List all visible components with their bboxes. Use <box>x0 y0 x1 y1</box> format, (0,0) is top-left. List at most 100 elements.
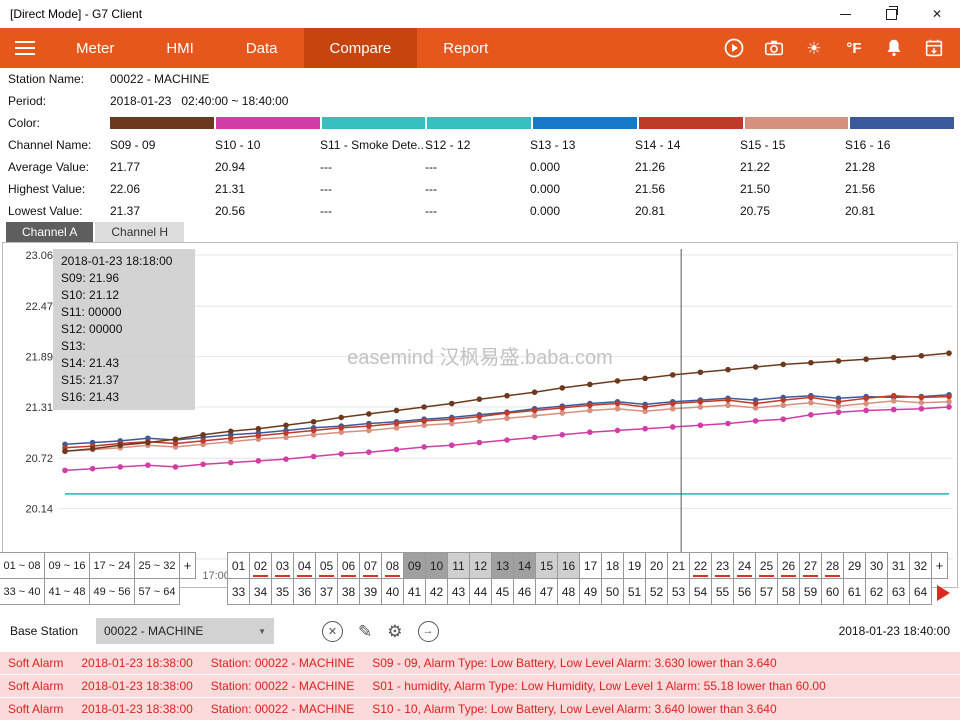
brightness-icon[interactable]: ☀ <box>802 36 826 60</box>
channel-number-cell[interactable]: 11 <box>447 552 470 579</box>
channel-number-cell[interactable]: 06 <box>337 552 360 579</box>
channel-number-cell[interactable]: 03 <box>271 552 294 579</box>
channel-number-cell[interactable]: 18 <box>601 552 624 579</box>
channel-number-cell[interactable]: 34 <box>249 578 272 605</box>
channel-number-cell[interactable]: 13 <box>491 552 514 579</box>
channel-group-cell[interactable]: 25 ~ 32 <box>134 552 180 579</box>
settings-gear-icon[interactable]: ⚙ <box>387 623 402 640</box>
restore-button[interactable] <box>868 0 914 28</box>
nav-tab-hmi[interactable]: HMI <box>140 28 220 68</box>
channel-group-cell[interactable]: 33 ~ 40 <box>0 578 45 605</box>
channel-group-cell[interactable]: 01 ~ 08 <box>0 552 45 579</box>
number-expand-button[interactable]: + <box>931 552 948 579</box>
channel-number-cell[interactable]: 63 <box>887 578 910 605</box>
nav-tab-data[interactable]: Data <box>220 28 304 68</box>
camera-icon[interactable] <box>762 36 786 60</box>
channel-number-cell[interactable]: 14 <box>513 552 536 579</box>
channel-number-cell[interactable]: 38 <box>337 578 360 605</box>
channel-number-cell[interactable]: 08 <box>381 552 404 579</box>
channel-number-cell[interactable]: 58 <box>777 578 800 605</box>
next-page-arrow-icon[interactable] <box>937 585 950 601</box>
channel-number-cell[interactable]: 33 <box>227 578 250 605</box>
channel-number-cell[interactable]: 46 <box>513 578 536 605</box>
channel-number-cell[interactable]: 47 <box>535 578 558 605</box>
channel-number-cell[interactable]: 30 <box>865 552 888 579</box>
go-button[interactable]: → <box>418 621 439 642</box>
channel-number-cell[interactable]: 28 <box>821 552 844 579</box>
channel-group-cell[interactable]: 57 ~ 64 <box>134 578 180 605</box>
channel-number-cell[interactable]: 12 <box>469 552 492 579</box>
alarm-row[interactable]: Soft Alarm2018-01-23 18:38:00Station: 00… <box>0 652 960 674</box>
base-station-select[interactable]: 00022 - MACHINE ▼ <box>96 618 274 644</box>
channel-number-cell[interactable]: 55 <box>711 578 734 605</box>
channel-number-cell[interactable]: 43 <box>447 578 470 605</box>
channel-number-cell[interactable]: 10 <box>425 552 448 579</box>
menu-icon[interactable] <box>0 28 50 68</box>
channel-number-cell[interactable]: 15 <box>535 552 558 579</box>
channel-number-cell[interactable]: 42 <box>425 578 448 605</box>
channel-number-cell[interactable]: 27 <box>799 552 822 579</box>
channel-number-cell[interactable]: 20 <box>645 552 668 579</box>
channel-number-cell[interactable]: 04 <box>293 552 316 579</box>
group-expand-button[interactable]: + <box>179 552 196 579</box>
channel-number-cell[interactable]: 40 <box>381 578 404 605</box>
tab-channel-a[interactable]: Channel A <box>6 222 93 242</box>
channel-number-cell[interactable]: 16 <box>557 552 580 579</box>
channel-number-cell[interactable]: 02 <box>249 552 272 579</box>
channel-number-cell[interactable]: 26 <box>777 552 800 579</box>
channel-number-cell[interactable]: 37 <box>315 578 338 605</box>
channel-number-cell[interactable]: 50 <box>601 578 624 605</box>
channel-number-cell[interactable]: 54 <box>689 578 712 605</box>
channel-number-cell[interactable]: 36 <box>293 578 316 605</box>
channel-number-cell[interactable]: 23 <box>711 552 734 579</box>
nav-tab-report[interactable]: Report <box>417 28 514 68</box>
channel-number-cell[interactable]: 32 <box>909 552 932 579</box>
channel-group-cell[interactable]: 09 ~ 16 <box>44 552 90 579</box>
channel-number-cell[interactable]: 44 <box>469 578 492 605</box>
minimize-button[interactable] <box>822 0 868 28</box>
nav-tab-meter[interactable]: Meter <box>50 28 140 68</box>
channel-number-cell[interactable]: 56 <box>733 578 756 605</box>
channel-number-cell[interactable]: 51 <box>623 578 646 605</box>
channel-group-cell[interactable]: 41 ~ 48 <box>44 578 90 605</box>
channel-number-cell[interactable]: 21 <box>667 552 690 579</box>
trend-chart[interactable]: 23.0622.4721.8921.3120.7220.1419.5617:00… <box>2 242 958 588</box>
channel-number-cell[interactable]: 61 <box>843 578 866 605</box>
nav-tab-compare[interactable]: Compare <box>304 28 418 68</box>
channel-number-cell[interactable]: 17 <box>579 552 602 579</box>
tab-channel-h[interactable]: Channel H <box>95 222 184 242</box>
channel-number-cell[interactable]: 53 <box>667 578 690 605</box>
calendar-icon[interactable] <box>922 36 946 60</box>
cancel-button[interactable]: ✕ <box>322 621 343 642</box>
channel-number-cell[interactable]: 48 <box>557 578 580 605</box>
channel-number-cell[interactable]: 62 <box>865 578 888 605</box>
channel-number-cell[interactable]: 01 <box>227 552 250 579</box>
channel-number-cell[interactable]: 52 <box>645 578 668 605</box>
channel-number-cell[interactable]: 41 <box>403 578 426 605</box>
alarm-row[interactable]: Soft Alarm2018-01-23 18:38:00Station: 00… <box>0 698 960 720</box>
channel-number-cell[interactable]: 31 <box>887 552 910 579</box>
channel-number-cell[interactable]: 25 <box>755 552 778 579</box>
replay-icon[interactable] <box>722 36 746 60</box>
channel-number-cell[interactable]: 64 <box>909 578 932 605</box>
alarm-row[interactable]: Soft Alarm2018-01-23 18:38:00Station: 00… <box>0 675 960 697</box>
channel-number-cell[interactable]: 59 <box>799 578 822 605</box>
channel-number-cell[interactable]: 35 <box>271 578 294 605</box>
channel-number-cell[interactable]: 60 <box>821 578 844 605</box>
channel-number-cell[interactable]: 49 <box>579 578 602 605</box>
channel-number-cell[interactable]: 07 <box>359 552 382 579</box>
edit-icon[interactable]: ✎ <box>358 623 372 640</box>
channel-number-cell[interactable]: 57 <box>755 578 778 605</box>
close-button[interactable]: ✕ <box>914 0 960 28</box>
channel-number-cell[interactable]: 09 <box>403 552 426 579</box>
channel-number-cell[interactable]: 22 <box>689 552 712 579</box>
channel-number-cell[interactable]: 19 <box>623 552 646 579</box>
temperature-unit-toggle[interactable]: °F <box>842 36 866 60</box>
channel-group-cell[interactable]: 49 ~ 56 <box>89 578 135 605</box>
channel-number-cell[interactable]: 29 <box>843 552 866 579</box>
channel-group-cell[interactable]: 17 ~ 24 <box>89 552 135 579</box>
channel-number-cell[interactable]: 39 <box>359 578 382 605</box>
channel-number-cell[interactable]: 45 <box>491 578 514 605</box>
channel-number-cell[interactable]: 05 <box>315 552 338 579</box>
channel-number-cell[interactable]: 24 <box>733 552 756 579</box>
